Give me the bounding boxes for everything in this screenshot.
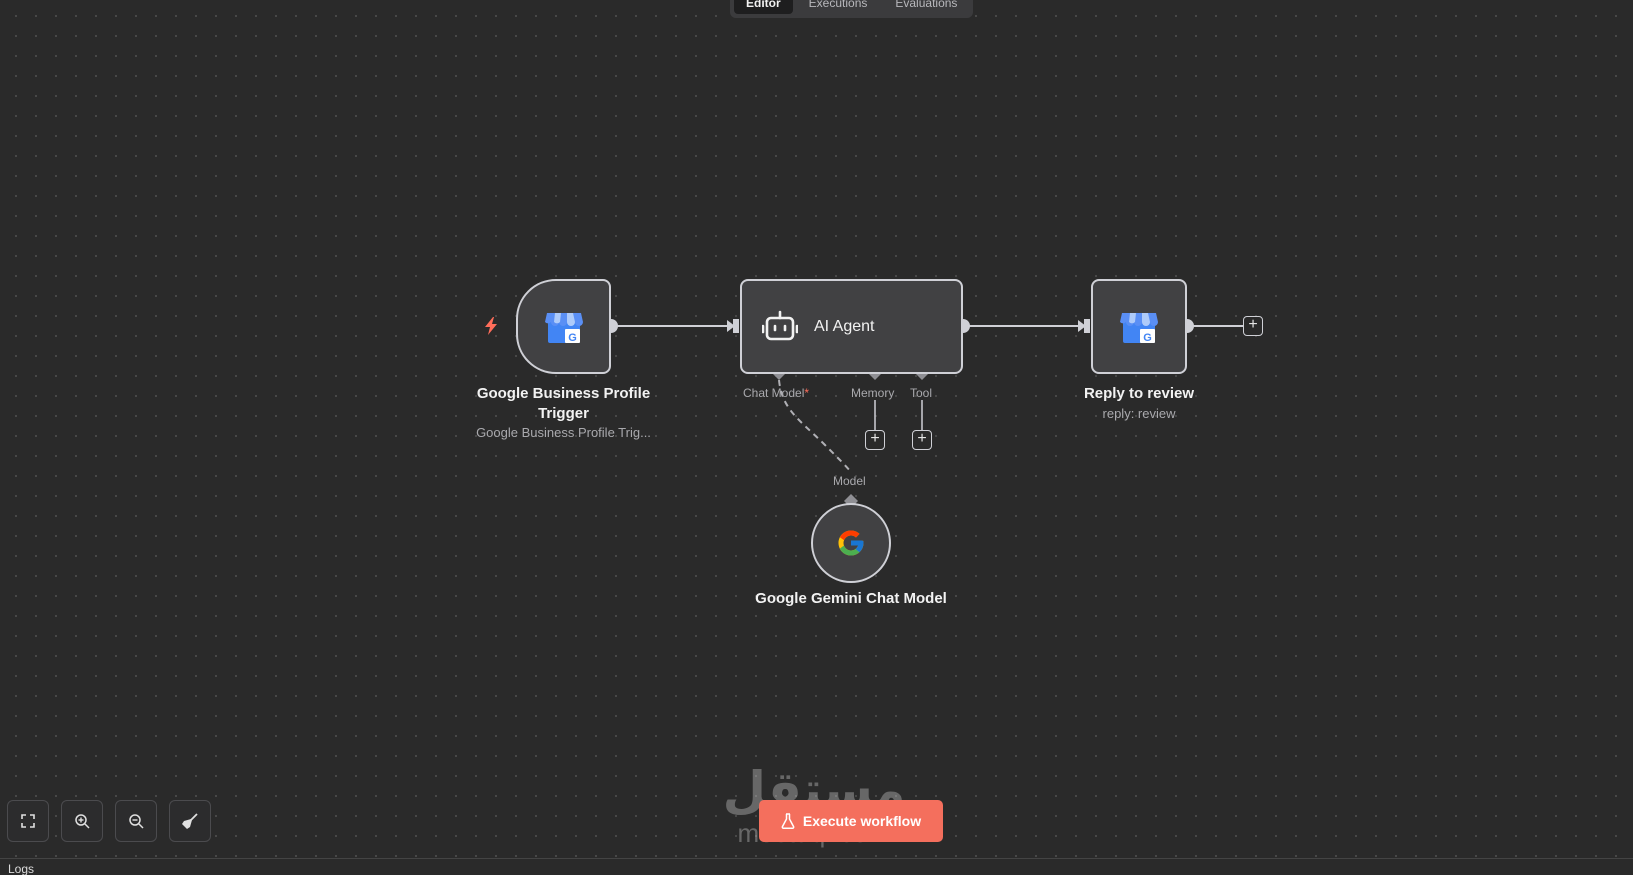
- zoom-in-icon: [75, 814, 90, 829]
- node-ai-agent[interactable]: AI Agent: [740, 279, 963, 374]
- add-tool-button[interactable]: +: [912, 430, 932, 450]
- logs-panel-header[interactable]: Logs: [0, 858, 1633, 875]
- google-business-profile-icon: G: [544, 312, 583, 344]
- svg-text:G: G: [1143, 332, 1152, 344]
- add-memory-button[interactable]: +: [865, 430, 885, 450]
- broom-icon: [182, 813, 198, 829]
- tool-label: Tool: [910, 386, 933, 400]
- node-google-business-profile-trigger[interactable]: G: [516, 279, 611, 374]
- node-google-gemini-chat-model[interactable]: [811, 503, 891, 583]
- reply-subtitle: reply: review: [1102, 406, 1176, 421]
- zoom-out-icon: [129, 814, 144, 829]
- connections-layer: [604, 319, 1243, 508]
- chat-model-text: Chat Model: [743, 386, 805, 400]
- robot-icon: [762, 310, 798, 340]
- fit-view-button[interactable]: [7, 800, 49, 842]
- add-next-node-button[interactable]: +: [1243, 316, 1263, 336]
- trigger-title: Google Business Profile Trigger: [476, 385, 651, 422]
- trigger-bolt-icon: [485, 317, 497, 335]
- zoom-in-button[interactable]: [61, 800, 103, 842]
- agent-title: AI Agent: [814, 317, 875, 335]
- gemini-title: Google Gemini Chat Model: [755, 590, 947, 607]
- svg-text:G: G: [568, 332, 577, 344]
- required-marker: *: [804, 386, 810, 400]
- execute-workflow-button[interactable]: Execute workflow: [759, 800, 943, 842]
- fit-view-icon: [21, 814, 35, 828]
- model-label: Model: [833, 474, 866, 488]
- reply-title: Reply to review: [1083, 385, 1195, 402]
- logs-label: Logs: [8, 862, 35, 875]
- memory-label: Memory: [851, 386, 895, 400]
- flask-icon: [781, 813, 795, 829]
- google-g-icon: [838, 530, 864, 556]
- node-reply-to-review[interactable]: G: [1091, 279, 1187, 374]
- zoom-out-button[interactable]: [115, 800, 157, 842]
- execute-workflow-label: Execute workflow: [802, 813, 922, 829]
- tidy-up-button[interactable]: [169, 800, 211, 842]
- chat-model-label: Chat Model*: [743, 386, 809, 400]
- trigger-subtitle: Google Business Profile Trig...: [476, 425, 651, 440]
- google-business-profile-icon: G: [1120, 312, 1158, 344]
